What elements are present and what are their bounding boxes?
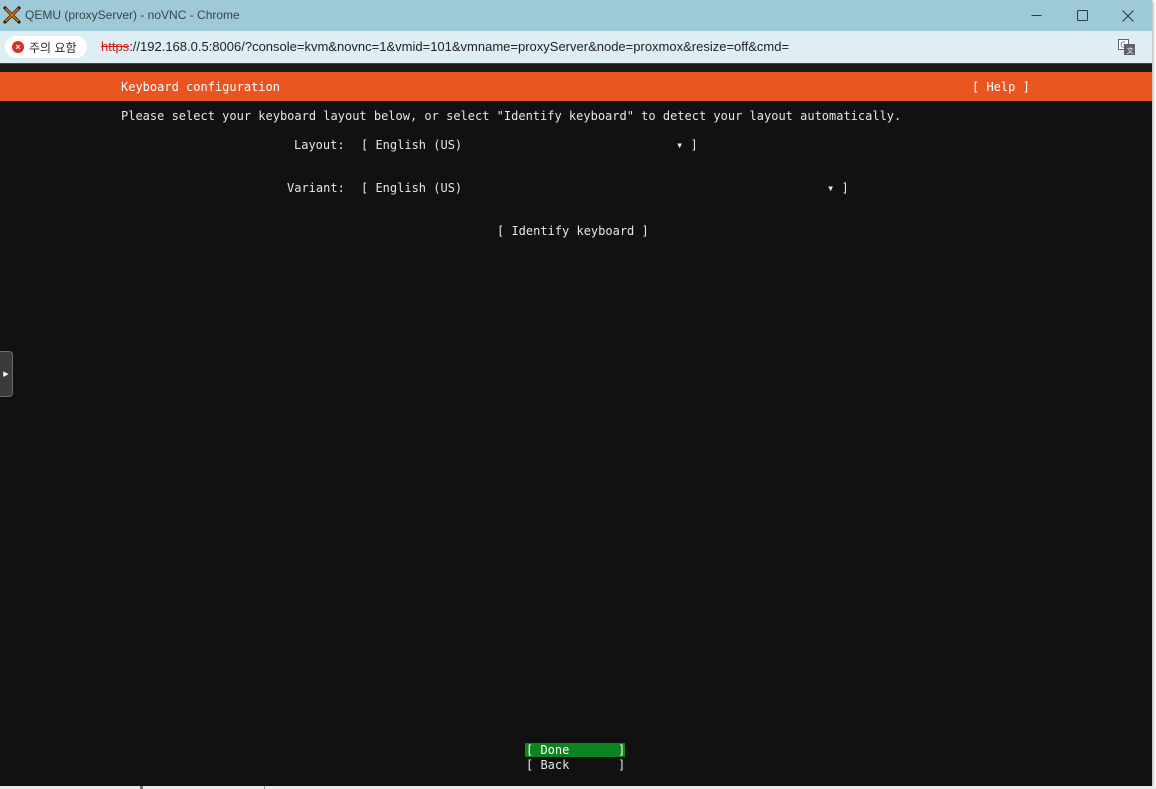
variant-select[interactable]: [ English (US) <box>361 181 462 195</box>
back-button-label: [ Back <box>526 758 570 772</box>
svg-text:文: 文 <box>1127 46 1134 55</box>
window-title: QEMU (proxyServer) - noVNC - Chrome <box>25 8 240 22</box>
instructions-text: Please select your keyboard layout below… <box>121 109 902 123</box>
back-button-close: ] <box>618 758 626 772</box>
identify-keyboard-button[interactable]: [ Identify keyboard ] <box>497 224 649 238</box>
proxmox-logo-icon <box>3 6 21 24</box>
layout-label: Layout: <box>294 138 345 152</box>
maximize-button[interactable] <box>1059 0 1105 31</box>
layout-dropdown-arrow-icon[interactable]: ▾ ] <box>676 138 698 152</box>
novnc-control-bar-handle[interactable]: ▶ <box>0 351 13 397</box>
done-button[interactable]: [ Done ] <box>525 743 625 757</box>
minimize-icon <box>1031 15 1041 16</box>
warning-icon: × <box>12 41 24 53</box>
close-button[interactable] <box>1105 0 1151 31</box>
address-bar: × 주의 요함 https://192.168.0.5:8006/?consol… <box>0 31 1152 63</box>
page-title: Keyboard configuration <box>121 80 280 94</box>
minimize-button[interactable] <box>1013 0 1059 31</box>
expand-arrow-icon: ▶ <box>3 371 9 378</box>
done-button-close: ] <box>618 743 626 757</box>
translate-icon[interactable]: G 文 <box>1118 39 1135 55</box>
vnc-console[interactable]: Keyboard configuration [ Help ] Please s… <box>0 72 1152 786</box>
variant-label: Variant: <box>287 181 345 195</box>
security-label: 주의 요함 <box>29 40 77 55</box>
title-bar[interactable]: QEMU (proxyServer) - noVNC - Chrome <box>0 0 1152 31</box>
help-button[interactable]: [ Help ] <box>972 80 1030 94</box>
svg-text:G: G <box>1120 41 1126 50</box>
url-text: ://192.168.0.5:8006/?console=kvm&novnc=1… <box>129 39 790 54</box>
installer-header: Keyboard configuration [ Help ] <box>0 72 1152 101</box>
url-field[interactable]: https://192.168.0.5:8006/?console=kvm&no… <box>101 39 789 54</box>
url-scheme: https <box>101 39 130 54</box>
back-button[interactable]: [ Back ] <box>525 758 625 772</box>
close-icon <box>1122 9 1134 22</box>
security-warning-chip[interactable]: × 주의 요함 <box>5 36 87 58</box>
layout-select[interactable]: [ English (US) <box>361 138 462 152</box>
variant-dropdown-arrow-icon[interactable]: ▾ ] <box>827 181 849 195</box>
done-button-label: [ Done <box>526 743 570 757</box>
browser-window: QEMU (proxyServer) - noVNC - Chrome × 주의… <box>0 0 1152 786</box>
maximize-icon <box>1076 10 1088 21</box>
